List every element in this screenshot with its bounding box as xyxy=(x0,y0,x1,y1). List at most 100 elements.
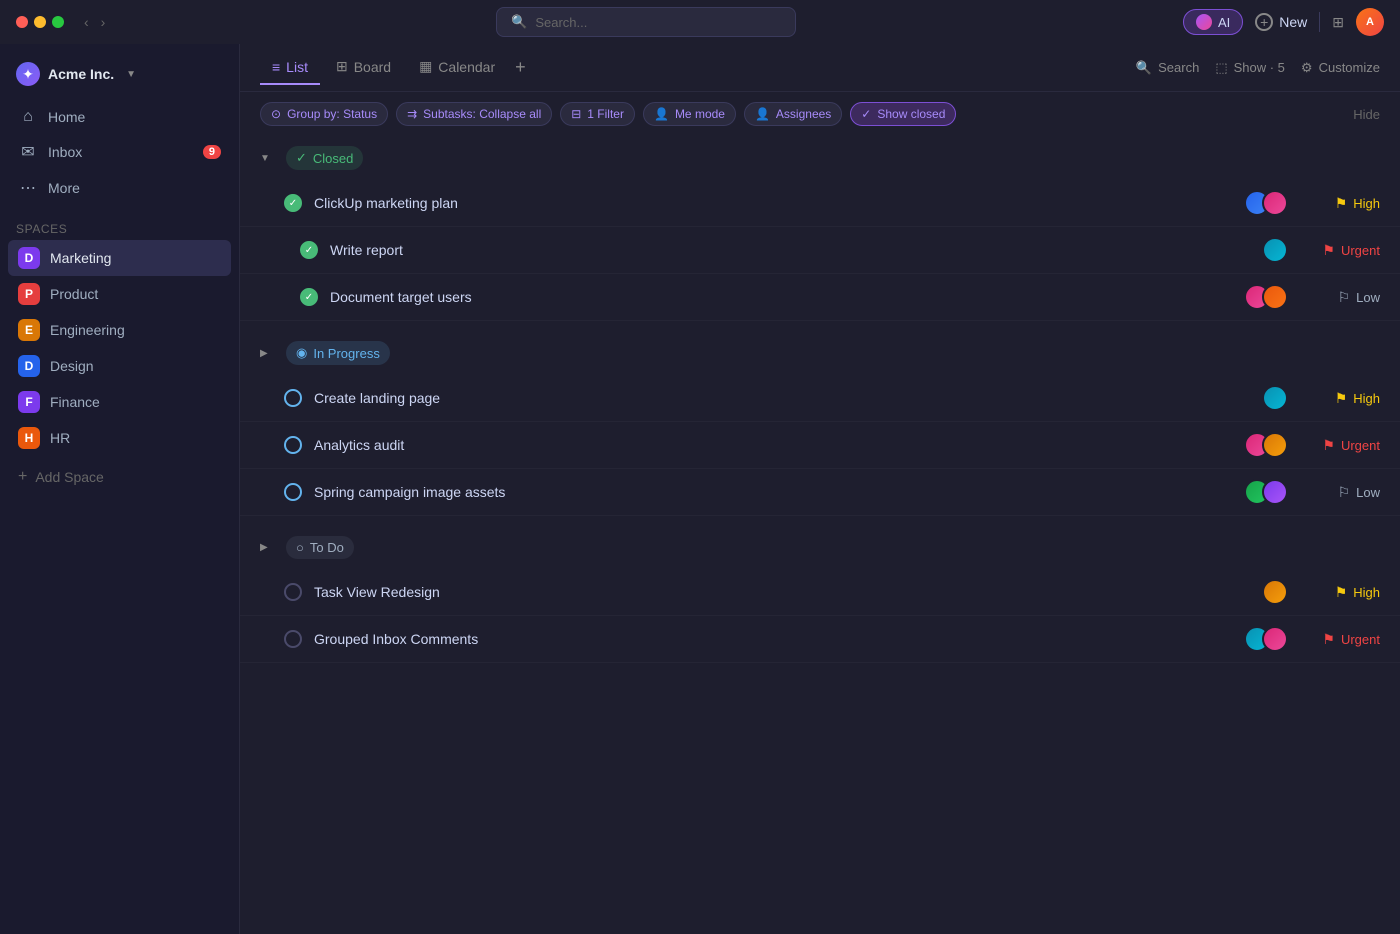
minimize-window[interactable] xyxy=(34,16,46,28)
task-row[interactable]: ✓ Write report ⚑ Urgent xyxy=(240,227,1400,274)
task-row[interactable]: ✓ Document target users ⚐ Low xyxy=(240,274,1400,321)
in-progress-status-icon: ◉ xyxy=(296,345,307,361)
engineering-space-icon: E xyxy=(18,319,40,341)
workspace-star: ✦ xyxy=(22,66,34,83)
task-status-closed[interactable]: ✓ xyxy=(300,241,318,259)
task-row[interactable]: ⠿ Analytics audit ⚑ Urgent xyxy=(240,422,1400,469)
closed-status-icon: ✓ xyxy=(296,150,307,166)
topbar-divider xyxy=(1319,12,1320,32)
marketing-label: Marketing xyxy=(50,250,111,266)
filter-pill[interactable]: ⊟ 1 Filter xyxy=(560,102,635,126)
flag-icon: ⚑ xyxy=(1335,195,1348,212)
task-status-closed[interactable]: ✓ xyxy=(284,194,302,212)
priority-indicator: ⚑ High xyxy=(1300,195,1380,212)
tab-calendar[interactable]: ▦ Calendar xyxy=(407,50,507,85)
group-by-pill[interactable]: ⊙ Group by: Status xyxy=(260,102,388,126)
tab-list[interactable]: ≡ List xyxy=(260,51,320,85)
tab-board[interactable]: ⊞ Board xyxy=(324,50,403,85)
task-status-closed[interactable]: ✓ xyxy=(300,288,318,306)
sidebar-item-product[interactable]: P Product xyxy=(8,276,231,312)
list-icon: ≡ xyxy=(272,59,280,75)
flag-icon: ⚑ xyxy=(1322,437,1335,454)
user-avatar[interactable]: A xyxy=(1356,8,1384,36)
apps-grid-icon[interactable]: ⊞ xyxy=(1332,14,1344,31)
priority-indicator: ⚑ Urgent xyxy=(1300,437,1380,454)
customize-action[interactable]: ⚙ Customize xyxy=(1301,60,1380,76)
workspace-switcher[interactable]: ✦ Acme Inc. ▼ xyxy=(0,52,239,96)
global-search[interactable]: 🔍 Search... xyxy=(496,7,796,37)
new-button[interactable]: + New xyxy=(1255,13,1307,31)
task-row[interactable]: ⠿ Grouped Inbox Comments ⚑ Urgent xyxy=(240,616,1400,663)
group-header-in-progress[interactable]: ▶ ◉ In Progress xyxy=(240,331,1400,375)
sidebar-item-finance[interactable]: F Finance xyxy=(8,384,231,420)
customize-label: Customize xyxy=(1319,60,1380,75)
assignees-pill[interactable]: 👤 Assignees xyxy=(744,102,842,126)
finance-space-icon: F xyxy=(18,391,40,413)
inbox-icon: ✉ xyxy=(18,142,38,162)
ai-label: AI xyxy=(1218,15,1230,30)
sidebar-item-engineering[interactable]: E Engineering xyxy=(8,312,231,348)
group-by-label: Group by: Status xyxy=(287,107,377,121)
new-label: New xyxy=(1279,14,1307,30)
task-status-in-progress[interactable] xyxy=(284,483,302,501)
task-name: ClickUp marketing plan xyxy=(314,195,1232,211)
me-mode-icon: 👤 xyxy=(654,107,669,121)
checkmark-icon: ✓ xyxy=(289,198,297,209)
flag-icon: ⚑ xyxy=(1335,390,1348,407)
search-action[interactable]: 🔍 Search xyxy=(1136,60,1199,76)
main-layout: ✦ Acme Inc. ▼ ⌂ Home ✉ Inbox 9 ⋯ More Sp… xyxy=(0,44,1400,934)
group-header-todo[interactable]: ▶ ○ To Do xyxy=(240,526,1400,569)
add-view-button[interactable]: + xyxy=(515,57,526,78)
task-row[interactable]: ⠿ Spring campaign image assets ⚐ Low xyxy=(240,469,1400,516)
subtasks-pill[interactable]: ⇉ Subtasks: Collapse all xyxy=(396,102,552,126)
priority-label: Urgent xyxy=(1341,632,1380,647)
me-mode-pill[interactable]: 👤 Me mode xyxy=(643,102,736,126)
design-label: Design xyxy=(50,358,94,374)
task-status-todo[interactable] xyxy=(284,630,302,648)
sidebar-item-marketing[interactable]: D Marketing xyxy=(8,240,231,276)
group-header-closed[interactable]: ▼ ✓ Closed xyxy=(240,136,1400,180)
in-progress-group-chevron: ▶ xyxy=(260,348,276,359)
add-space-button[interactable]: + Add Space xyxy=(0,460,239,494)
task-row[interactable]: ⠿ ✓ ClickUp marketing plan ⚑ High xyxy=(240,180,1400,227)
show-closed-pill[interactable]: ✓ Show closed xyxy=(850,102,956,126)
task-name: Document target users xyxy=(330,289,1232,305)
checkmark-icon: ✓ xyxy=(305,292,313,303)
close-window[interactable] xyxy=(16,16,28,28)
nav-arrows: ‹ › xyxy=(80,12,109,32)
task-avatars xyxy=(1244,432,1280,458)
task-row[interactable]: ⠿ Create landing page ⚑ High xyxy=(240,375,1400,422)
filter-icon: ⊟ xyxy=(571,107,581,121)
todo-group-chevron: ▶ xyxy=(260,542,276,553)
sidebar-item-inbox[interactable]: ✉ Inbox 9 xyxy=(8,134,231,170)
new-circle-icon: + xyxy=(1255,13,1273,31)
task-row[interactable]: ⠿ Task View Redesign ⚑ High xyxy=(240,569,1400,616)
forward-button[interactable]: › xyxy=(97,12,110,32)
content-area: ≡ List ⊞ Board ▦ Calendar + 🔍 Search ⬚ S… xyxy=(240,44,1400,934)
sidebar-item-home[interactable]: ⌂ Home xyxy=(8,100,231,134)
back-button[interactable]: ‹ xyxy=(80,12,93,32)
hide-button[interactable]: Hide xyxy=(1353,107,1380,122)
sidebar-item-more[interactable]: ⋯ More xyxy=(8,170,231,206)
avatar xyxy=(1262,479,1288,505)
add-space-label: Add Space xyxy=(35,469,104,485)
task-status-todo[interactable] xyxy=(284,583,302,601)
priority-label: High xyxy=(1353,196,1380,211)
priority-indicator: ⚑ High xyxy=(1300,390,1380,407)
task-name: Analytics audit xyxy=(314,437,1232,453)
product-label: Product xyxy=(50,286,98,302)
sidebar-item-hr[interactable]: H HR xyxy=(8,420,231,456)
show-action[interactable]: ⬚ Show · 5 xyxy=(1215,60,1285,76)
workspace-chevron-icon: ▼ xyxy=(126,69,136,80)
show-closed-icon: ✓ xyxy=(861,107,871,121)
search-action-icon: 🔍 xyxy=(1136,60,1152,76)
maximize-window[interactable] xyxy=(52,16,64,28)
avatar xyxy=(1262,190,1288,216)
task-status-in-progress[interactable] xyxy=(284,389,302,407)
sidebar-item-design[interactable]: D Design xyxy=(8,348,231,384)
avatar xyxy=(1262,385,1288,411)
task-status-in-progress[interactable] xyxy=(284,436,302,454)
in-progress-group-badge: ◉ In Progress xyxy=(286,341,390,365)
ai-button[interactable]: AI xyxy=(1183,9,1243,35)
show-closed-label: Show closed xyxy=(877,107,945,121)
